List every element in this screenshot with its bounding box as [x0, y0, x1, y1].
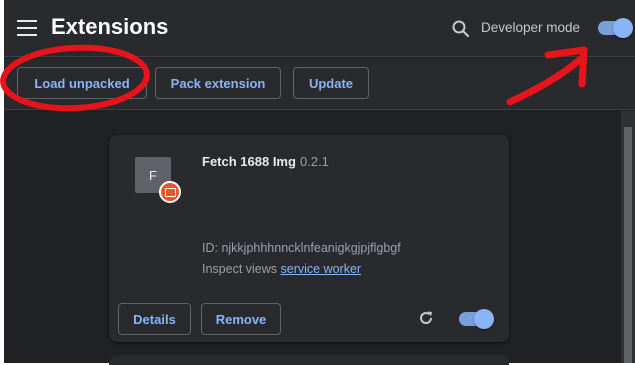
inspect-views: Inspect views service worker — [202, 262, 361, 276]
extension-card-next — [109, 355, 509, 365]
toolbar: Load unpacked Pack extension Update — [4, 58, 635, 110]
inspect-views-label: Inspect views — [202, 262, 278, 276]
developer-mode-toggle[interactable] — [598, 18, 633, 38]
page-title: Extensions — [51, 14, 169, 39]
header-bar: Extensions Developer mode — [4, 0, 635, 57]
extension-enable-toggle[interactable] — [459, 309, 494, 329]
details-button[interactable]: Details — [118, 303, 191, 335]
reload-icon[interactable] — [417, 309, 435, 327]
pack-extension-button[interactable]: Pack extension — [155, 67, 281, 99]
extensions-page: Extensions Developer mode Load unpacked … — [0, 0, 635, 365]
scrollbar[interactable] — [621, 111, 635, 363]
toggle-knob — [613, 18, 633, 38]
extension-card: F Fetch 1688 Img 0.2.1 ID: njkkjphhhnnck… — [109, 135, 509, 342]
update-button[interactable]: Update — [293, 67, 369, 99]
scrollbar-thumb[interactable] — [624, 127, 632, 363]
load-unpacked-button[interactable]: Load unpacked — [17, 67, 147, 99]
extension-id: ID: njkkjphhhnncklnfeanigkgjpjflgbgf — [202, 241, 401, 255]
puzzle-badge-icon — [159, 181, 181, 203]
developer-mode-label: Developer mode — [481, 20, 581, 35]
toggle-knob — [474, 309, 494, 329]
search-icon[interactable] — [451, 19, 471, 39]
service-worker-link[interactable]: service worker — [281, 262, 362, 276]
remove-button[interactable]: Remove — [201, 303, 281, 335]
extension-version: 0.2.1 — [300, 154, 329, 169]
menu-icon[interactable] — [17, 20, 37, 36]
extension-name: Fetch 1688 Img — [202, 154, 296, 169]
